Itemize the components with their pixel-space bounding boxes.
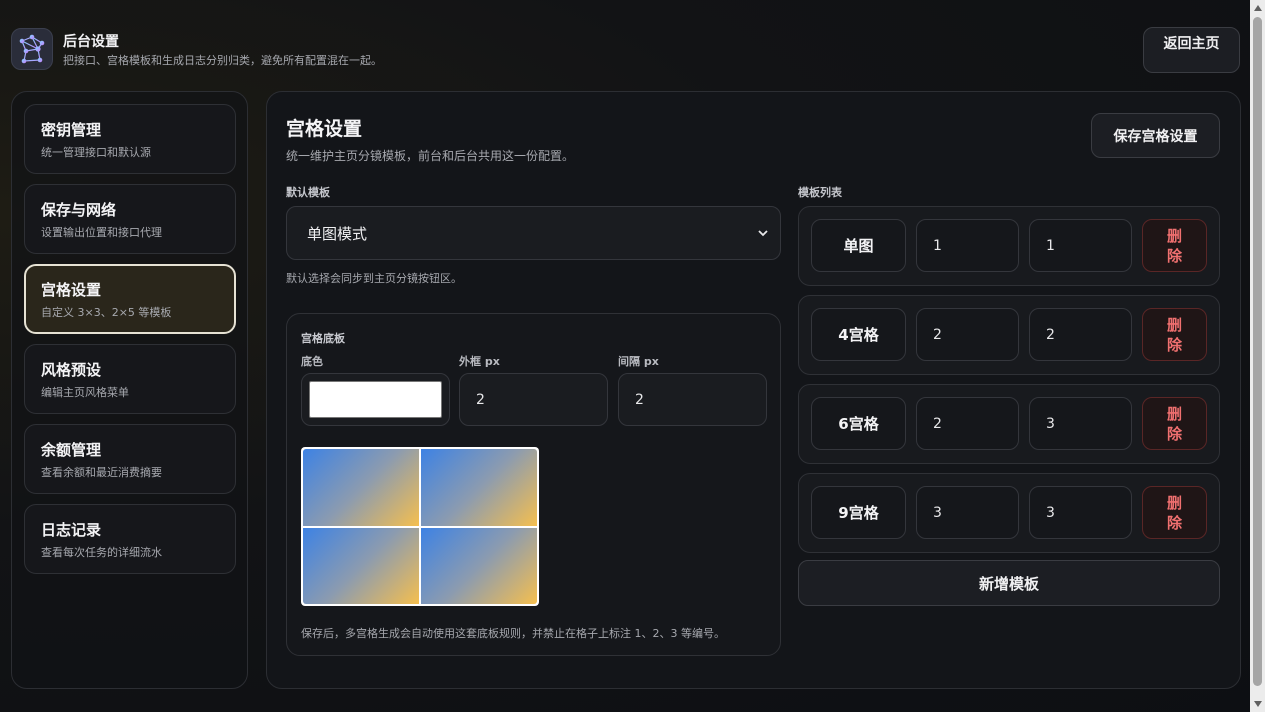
app-title: 后台设置 (63, 34, 119, 50)
delete-template-button[interactable]: 删除 (1142, 486, 1207, 539)
sidebar-item-label: 保存与网络 (41, 201, 117, 219)
grid-preview (301, 447, 539, 606)
template-list-label: 模板列表 (798, 186, 842, 199)
sidebar-item-desc: 自定义 3×3、2×5 等模板 (41, 306, 172, 319)
app-logo-icon (11, 28, 53, 70)
grid-base-note: 保存后，多宫格生成会自动使用这套底板规则，并禁止在格子上标注 1、2、3 等编号… (301, 627, 725, 640)
template-cols-input[interactable]: 2 (1029, 308, 1132, 361)
sidebar-item-balance[interactable]: 余额管理 查看余额和最近消费摘要 (24, 424, 236, 494)
bg-color-swatch (309, 381, 442, 418)
sidebar-item-keys[interactable]: 密钥管理 统一管理接口和默认源 (24, 104, 236, 174)
delete-template-button[interactable]: 删除 (1142, 219, 1207, 272)
template-cols-input[interactable]: 3 (1029, 486, 1132, 539)
grid-preview-cell (303, 527, 419, 604)
template-row: 6宫格 2 3 删除 (798, 384, 1220, 464)
template-name-input[interactable]: 9宫格 (811, 486, 906, 539)
sidebar-item-save-network[interactable]: 保存与网络 设置输出位置和接口代理 (24, 184, 236, 254)
sidebar-item-style-presets[interactable]: 风格预设 编辑主页风格菜单 (24, 344, 236, 414)
default-template-label: 默认模板 (286, 186, 330, 199)
template-row: 单图 1 1 删除 (798, 206, 1220, 286)
template-rows-input[interactable]: 2 (916, 308, 1019, 361)
save-grid-settings-button[interactable]: 保存宫格设置 (1091, 113, 1220, 158)
delete-template-button[interactable]: 删除 (1142, 308, 1207, 361)
sidebar-item-desc: 查看每次任务的详细流水 (41, 546, 162, 559)
gap-px-label: 间隔 px (618, 355, 659, 368)
template-cols-input[interactable]: 1 (1029, 219, 1132, 272)
template-rows-input[interactable]: 3 (916, 486, 1019, 539)
sidebar-item-label: 宫格设置 (41, 281, 102, 299)
template-name-input[interactable]: 4宫格 (811, 308, 906, 361)
scrollbar-thumb[interactable] (1253, 17, 1262, 686)
page-subtitle: 统一维护主页分镜模板，前台和后台共用这一份配置。 (286, 149, 575, 163)
page-title: 宫格设置 (286, 118, 363, 140)
sidebar-item-desc: 设置输出位置和接口代理 (41, 226, 162, 239)
template-row: 9宫格 3 3 删除 (798, 473, 1220, 553)
template-cols-input[interactable]: 3 (1029, 397, 1132, 450)
template-rows-input[interactable]: 1 (916, 219, 1019, 272)
sidebar-item-desc: 编辑主页风格菜单 (41, 386, 129, 399)
sidebar-item-grid[interactable]: 宫格设置 自定义 3×3、2×5 等模板 (24, 264, 236, 334)
main-panel: 宫格设置 统一维护主页分镜模板，前台和后台共用这一份配置。 保存宫格设置 默认模… (266, 91, 1241, 689)
sidebar: 密钥管理 统一管理接口和默认源 保存与网络 设置输出位置和接口代理 宫格设置 自… (11, 91, 248, 689)
border-px-label: 外框 px (459, 355, 500, 368)
grid-preview-cell (303, 449, 419, 526)
grid-preview-cell (421, 527, 537, 604)
border-px-input[interactable]: 2 (459, 373, 608, 426)
sidebar-item-label: 风格预设 (41, 361, 102, 379)
sidebar-item-desc: 统一管理接口和默认源 (41, 146, 151, 159)
scrollbar[interactable] (1250, 0, 1265, 712)
back-home-button[interactable]: 返回主页 (1143, 27, 1240, 73)
scroll-down-arrow-icon[interactable] (1254, 701, 1262, 707)
grid-base-panel: 宫格底板 底色 外框 px 间隔 px 2 2 保存后，多宫格生成会自动使用这套… (286, 313, 781, 656)
delete-template-button[interactable]: 删除 (1142, 397, 1207, 450)
template-row: 4宫格 2 2 删除 (798, 295, 1220, 375)
default-template-select[interactable]: 单图模式 (286, 206, 781, 260)
scroll-up-arrow-icon[interactable] (1254, 5, 1262, 11)
template-name-input[interactable]: 单图 (811, 219, 906, 272)
default-template-value: 单图模式 (307, 224, 368, 243)
add-template-button[interactable]: 新增模板 (798, 560, 1220, 606)
sidebar-item-desc: 查看余额和最近消费摘要 (41, 466, 162, 479)
sidebar-item-label: 余额管理 (41, 441, 102, 459)
sidebar-item-label: 密钥管理 (41, 121, 102, 139)
default-template-hint: 默认选择会同步到主页分镜按钮区。 (286, 272, 462, 285)
sidebar-item-logs[interactable]: 日志记录 查看每次任务的详细流水 (24, 504, 236, 574)
gap-px-input[interactable]: 2 (618, 373, 767, 426)
grid-preview-cell (421, 449, 537, 526)
app-subtitle: 把接口、宫格模板和生成日志分别归类，避免所有配置混在一起。 (63, 54, 382, 67)
bg-color-picker[interactable] (301, 373, 450, 426)
sidebar-item-label: 日志记录 (41, 521, 102, 539)
template-name-input[interactable]: 6宫格 (811, 397, 906, 450)
chevron-down-icon (758, 230, 768, 237)
bg-color-label: 底色 (301, 355, 323, 368)
template-rows-input[interactable]: 2 (916, 397, 1019, 450)
grid-base-title: 宫格底板 (301, 332, 345, 345)
